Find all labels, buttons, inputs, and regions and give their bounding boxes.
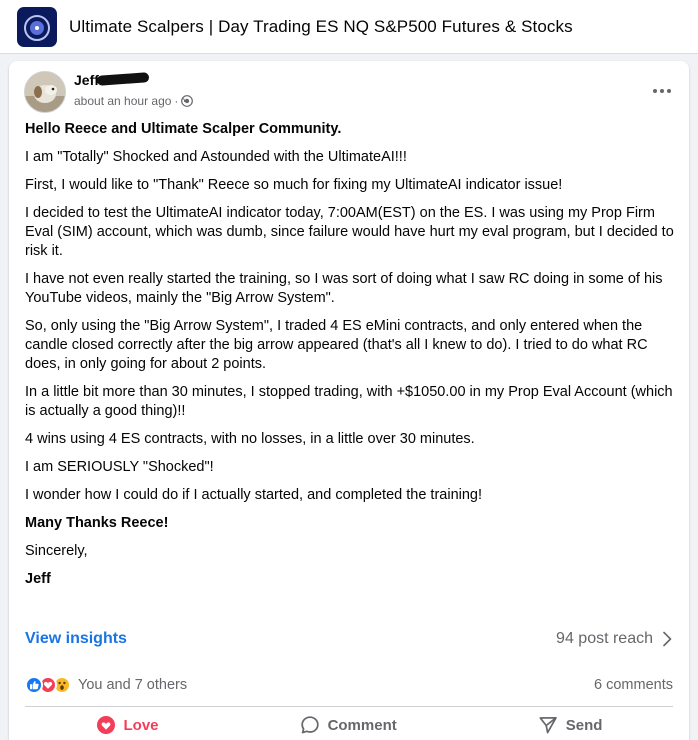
- post-card: Jeff about an hour ago · Hello Reece and…: [9, 61, 689, 740]
- love-icon: [96, 716, 115, 734]
- reactions-summary[interactable]: You and 7 others: [25, 676, 187, 694]
- view-insights-link[interactable]: View insights: [25, 630, 127, 648]
- redaction-mark: [96, 72, 150, 87]
- timestamp[interactable]: about an hour ago: [74, 94, 171, 108]
- post-header: Jeff about an hour ago ·: [24, 71, 674, 115]
- actions-row: Love Comment Send: [25, 710, 673, 740]
- comment-label[interactable]: Comment: [328, 717, 397, 734]
- group-logo-icon[interactable]: [17, 6, 57, 47]
- group-title[interactable]: Ultimate Scalpers | Day Trading ES NQ S&…: [69, 17, 573, 37]
- like-reaction-icon: [25, 676, 43, 694]
- actions-divider: [25, 706, 673, 707]
- comments-count[interactable]: 6 comments: [594, 677, 673, 693]
- comment-icon: [300, 716, 319, 734]
- post-signature: Jeff: [25, 571, 51, 587]
- post-paragraph: Many Thanks Reece!: [25, 515, 169, 531]
- insights-row: View insights 94 post reach: [25, 627, 673, 651]
- comment-button[interactable]: Comment: [300, 715, 397, 735]
- avatar[interactable]: [24, 71, 66, 113]
- more-options-icon[interactable]: [650, 79, 674, 103]
- post-reach[interactable]: 94 post reach: [556, 630, 673, 648]
- chevron-right-icon[interactable]: [661, 631, 673, 647]
- post-reach-label[interactable]: 94 post reach: [556, 630, 653, 648]
- group-header: Ultimate Scalpers | Day Trading ES NQ S&…: [0, 0, 698, 54]
- reactions-row: You and 7 others 6 comments: [25, 674, 673, 696]
- author-name[interactable]: Jeff: [74, 72, 150, 88]
- send-icon: [539, 716, 557, 734]
- post-paragraph: I wonder how I could do if I actually st…: [25, 487, 483, 503]
- post-paragraph: I have not even really started the train…: [25, 271, 663, 306]
- post-body: Hello Reece and Ultimate Scalper Communi…: [25, 120, 675, 598]
- post-paragraph: I am "Totally" Shocked and Astounded wit…: [25, 149, 407, 165]
- send-label[interactable]: Send: [566, 717, 603, 734]
- post-paragraph: In a little bit more than 30 minutes, I …: [25, 384, 673, 419]
- author-first-name[interactable]: Jeff: [74, 72, 99, 88]
- post-paragraph: So, only using the "Big Arrow System", I…: [25, 318, 648, 372]
- love-button[interactable]: Love: [96, 715, 159, 735]
- post-meta: about an hour ago ·: [74, 94, 194, 108]
- post-paragraph: 4 wins using 4 ES contracts, with no los…: [25, 431, 475, 447]
- post-paragraph: I am SERIOUSLY "Shocked"!: [25, 459, 214, 475]
- post-paragraph: I decided to test the UltimateAI indicat…: [25, 205, 674, 259]
- globe-icon[interactable]: [181, 95, 194, 107]
- send-button[interactable]: Send: [538, 715, 603, 735]
- post-paragraph: Hello Reece and Ultimate Scalper Communi…: [25, 121, 342, 137]
- post-paragraph: Sincerely,: [25, 543, 88, 559]
- meta-separator: ·: [174, 94, 179, 108]
- reaction-icons[interactable]: [25, 676, 71, 694]
- love-label[interactable]: Love: [124, 717, 159, 734]
- post-paragraph: First, I would like to "Thank" Reece so …: [25, 177, 563, 193]
- reactions-text[interactable]: You and 7 others: [78, 677, 187, 693]
